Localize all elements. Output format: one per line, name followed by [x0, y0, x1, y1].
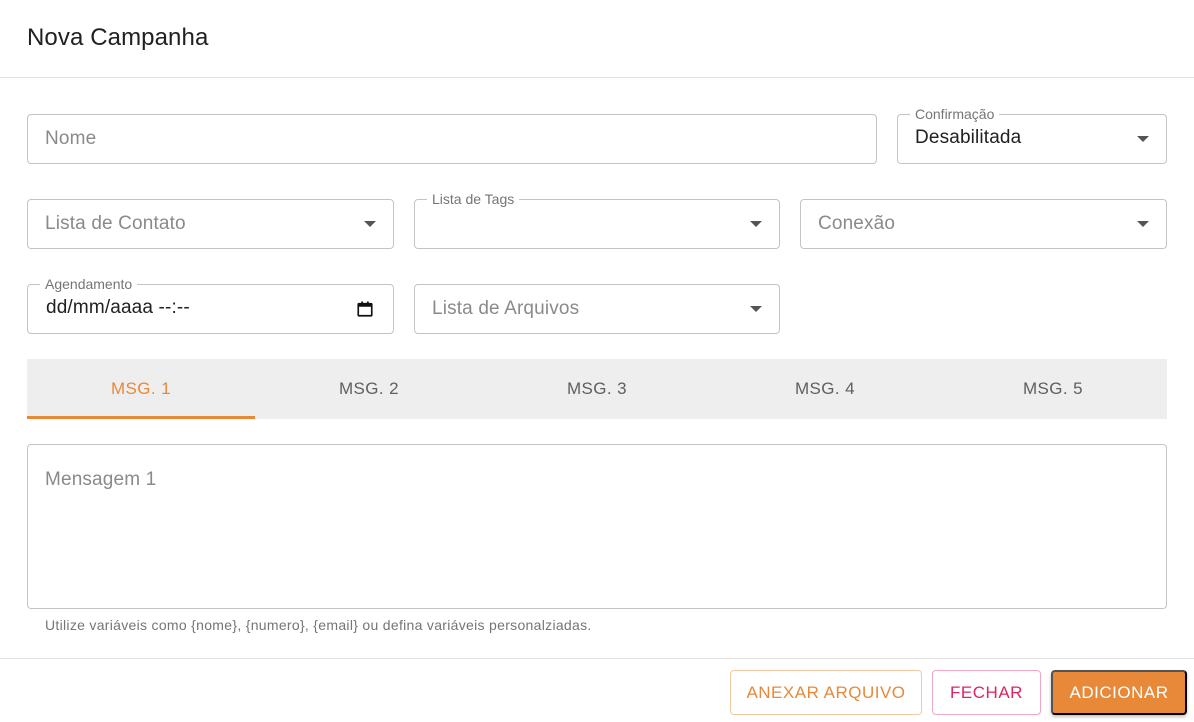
- lista-arquivos-select[interactable]: Lista de Arquivos: [414, 284, 780, 334]
- attach-file-button[interactable]: ANEXAR ARQUIVO: [730, 670, 922, 715]
- agendamento-datetime[interactable]: Agendamento dd/mm/aaaa --:--: [27, 276, 394, 334]
- agendamento-label: Agendamento: [40, 276, 138, 292]
- tab-msg-2[interactable]: MSG. 2: [255, 359, 483, 419]
- message-helper-text: Utilize variáveis como {nome}, {numero},…: [45, 617, 592, 633]
- message-placeholder: Mensagem 1: [45, 469, 157, 490]
- confirmacao-value: Desabilitada: [915, 127, 1022, 148]
- message-tabs: MSG. 1 MSG. 2 MSG. 3 MSG. 4 MSG. 5: [27, 359, 1167, 419]
- chevron-down-icon: [750, 306, 762, 312]
- dialog-actions: ANEXAR ARQUIVO FECHAR ADICIONAR: [0, 658, 1194, 722]
- close-button[interactable]: FECHAR: [932, 670, 1041, 715]
- confirmacao-select[interactable]: Confirmação Desabilitada: [897, 106, 1167, 164]
- tab-msg-3[interactable]: MSG. 3: [483, 359, 711, 419]
- chevron-down-icon: [364, 221, 376, 227]
- lista-tags-select[interactable]: Lista de Tags: [414, 191, 780, 249]
- agendamento-value: dd/mm/aaaa --:--: [46, 297, 190, 318]
- chevron-down-icon: [1137, 136, 1149, 142]
- add-button[interactable]: ADICIONAR: [1051, 670, 1187, 715]
- conexao-placeholder: Conexão: [818, 213, 896, 234]
- lista-arquivos-placeholder: Lista de Arquivos: [432, 298, 580, 319]
- tab-msg-1[interactable]: MSG. 1: [27, 359, 255, 419]
- chevron-down-icon: [750, 221, 762, 227]
- lista-contato-placeholder: Lista de Contato: [45, 213, 186, 234]
- conexao-select[interactable]: Conexão: [800, 199, 1167, 249]
- calendar-icon[interactable]: [356, 300, 374, 318]
- nome-field[interactable]: Nome: [27, 114, 877, 164]
- nome-placeholder: Nome: [45, 128, 97, 149]
- message-textarea[interactable]: Mensagem 1: [27, 444, 1167, 609]
- lista-contato-select[interactable]: Lista de Contato: [27, 199, 394, 249]
- tab-msg-5[interactable]: MSG. 5: [939, 359, 1167, 419]
- lista-tags-label: Lista de Tags: [427, 191, 520, 207]
- chevron-down-icon: [1137, 221, 1149, 227]
- tab-msg-4[interactable]: MSG. 4: [711, 359, 939, 419]
- confirmacao-label: Confirmação: [910, 106, 1000, 122]
- dialog-title: Nova Campanha: [27, 24, 209, 51]
- dialog-header: Nova Campanha: [0, 0, 1194, 78]
